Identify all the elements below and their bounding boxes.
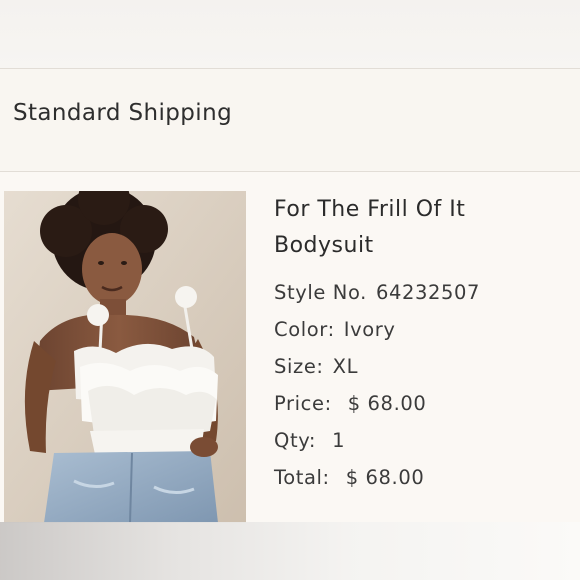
price-label: Price: (274, 392, 332, 415)
product-photo-illustration (4, 191, 246, 523)
size-value: XL (332, 355, 359, 378)
divider-shipping (0, 171, 580, 172)
quantity-row: Qty: 1 (274, 422, 574, 459)
quantity-label: Qty: (274, 429, 317, 452)
header-band (0, 0, 580, 68)
size-row: Size: XL (274, 348, 574, 385)
product-title[interactable]: For The Frill Of It Bodysuit (274, 192, 564, 264)
product-details: For The Frill Of It Bodysuit Style No. 64… (274, 192, 574, 496)
style-number-value: 64232507 (375, 281, 481, 304)
color-value: Ivory (343, 318, 396, 341)
color-label: Color: (274, 318, 335, 341)
bottom-fade-overlay (0, 522, 580, 580)
total-value: $ 68.00 (345, 466, 425, 489)
style-number-label: Style No. (274, 281, 367, 304)
color-row: Color: Ivory (274, 311, 574, 348)
product-image[interactable] (4, 191, 246, 523)
total-label: Total: (274, 466, 330, 489)
quantity-value: 1 (332, 429, 346, 452)
style-number-row: Style No. 64232507 (274, 274, 574, 311)
size-label: Size: (274, 355, 324, 378)
total-row: Total: $ 68.00 (274, 459, 574, 496)
price-row: Price: $ 68.00 (274, 385, 574, 422)
price-value: $ 68.00 (347, 392, 427, 415)
shipping-method-label: Standard Shipping (13, 100, 233, 126)
